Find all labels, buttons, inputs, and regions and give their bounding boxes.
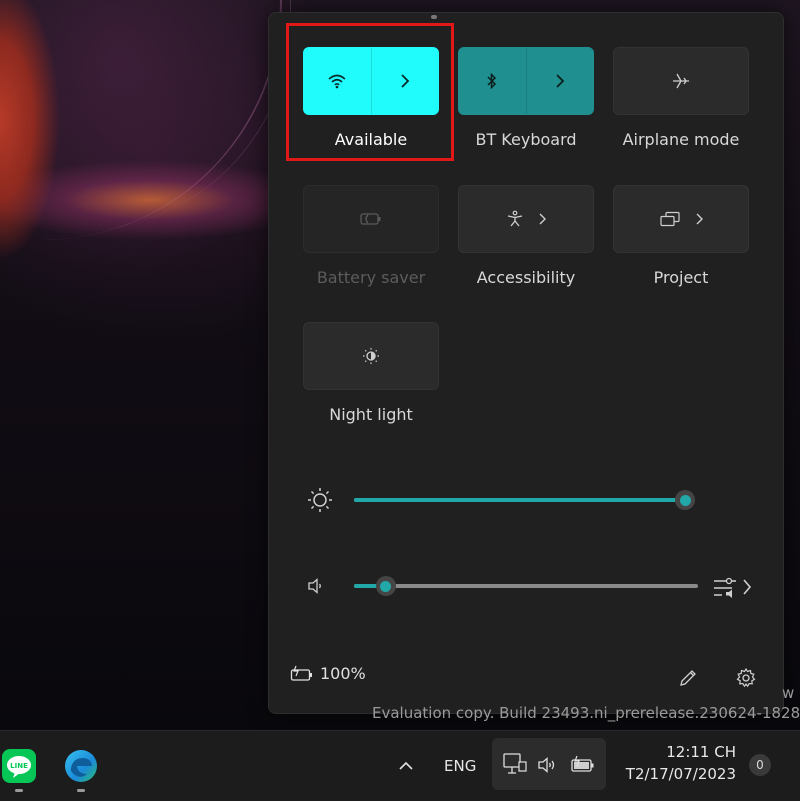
accessibility-label: Accessibility bbox=[476, 268, 576, 287]
battery-saver-label: Battery saver bbox=[316, 268, 426, 287]
watermark-fragment: w bbox=[782, 684, 795, 702]
evaluation-watermark: Evaluation copy. Build 23493.ni_prerelea… bbox=[372, 704, 800, 722]
airplane-icon bbox=[673, 73, 689, 89]
settings-gear-icon bbox=[736, 667, 756, 688]
bluetooth-toggle[interactable] bbox=[459, 48, 526, 114]
volume-icon bbox=[538, 757, 555, 773]
battery-saver-tile bbox=[303, 185, 439, 253]
mute-button[interactable] bbox=[304, 574, 328, 598]
chevron-up-icon bbox=[399, 761, 413, 770]
edge-browser-button[interactable] bbox=[63, 748, 99, 784]
chevron-right-icon bbox=[556, 74, 565, 88]
clock[interactable]: 12:11 CH T2/17/07/2023 bbox=[612, 742, 736, 786]
bluetooth-icon bbox=[487, 72, 497, 90]
battery-saver-icon bbox=[360, 213, 381, 225]
volume-track[interactable] bbox=[354, 584, 698, 588]
running-indicator bbox=[77, 789, 85, 792]
speaker-icon bbox=[308, 578, 321, 594]
language-indicator[interactable]: ENG bbox=[444, 757, 476, 775]
line-app-icon: LINE bbox=[2, 749, 36, 783]
project-tile[interactable] bbox=[613, 185, 749, 253]
accessibility-icon bbox=[507, 210, 523, 227]
notification-badge[interactable]: 0 bbox=[749, 754, 771, 776]
edit-button[interactable] bbox=[676, 666, 700, 690]
settings-button[interactable] bbox=[734, 666, 758, 690]
bluetooth-label: BT Keyboard bbox=[475, 130, 577, 149]
battery-charging-icon bbox=[290, 665, 312, 681]
volume-slider-thumb[interactable] bbox=[375, 576, 396, 596]
airplane-tile[interactable] bbox=[613, 47, 749, 115]
running-indicator bbox=[15, 789, 23, 792]
edit-pencil-icon bbox=[680, 670, 696, 686]
brightness-fill bbox=[354, 498, 687, 502]
brightness-icon bbox=[308, 488, 332, 512]
chevron-right-icon bbox=[696, 213, 703, 225]
panel-handle bbox=[431, 15, 437, 19]
chevron-right-icon bbox=[539, 213, 546, 225]
project-label: Project bbox=[653, 268, 709, 287]
audio-output-icon bbox=[714, 577, 752, 598]
battery-icon bbox=[571, 755, 594, 772]
clock-date: T2/17/07/2023 bbox=[625, 765, 736, 783]
clock-time: 12:11 CH bbox=[666, 743, 736, 761]
wallpaper-streak bbox=[80, 0, 291, 230]
bluetooth-expand[interactable] bbox=[527, 48, 594, 114]
night-light-label: Night light bbox=[329, 405, 413, 424]
battery-percent: 100% bbox=[320, 664, 366, 683]
line-app-button[interactable]: LINE bbox=[1, 748, 37, 784]
audio-output-button[interactable] bbox=[712, 574, 754, 600]
airplane-label: Airplane mode bbox=[622, 130, 740, 149]
project-icon bbox=[660, 211, 680, 227]
battery-status[interactable]: 100% bbox=[290, 664, 366, 683]
svg-text:LINE: LINE bbox=[10, 762, 28, 770]
accessibility-tile[interactable] bbox=[458, 185, 594, 253]
night-light-tile[interactable] bbox=[303, 322, 439, 390]
highlight-box bbox=[286, 23, 454, 161]
show-hidden-icons-button[interactable] bbox=[396, 756, 416, 776]
night-light-icon bbox=[363, 348, 379, 364]
network-icon bbox=[503, 753, 527, 774]
edge-browser-icon bbox=[65, 750, 97, 782]
bluetooth-tile[interactable] bbox=[458, 47, 594, 115]
brightness-slider-thumb[interactable] bbox=[675, 490, 695, 510]
